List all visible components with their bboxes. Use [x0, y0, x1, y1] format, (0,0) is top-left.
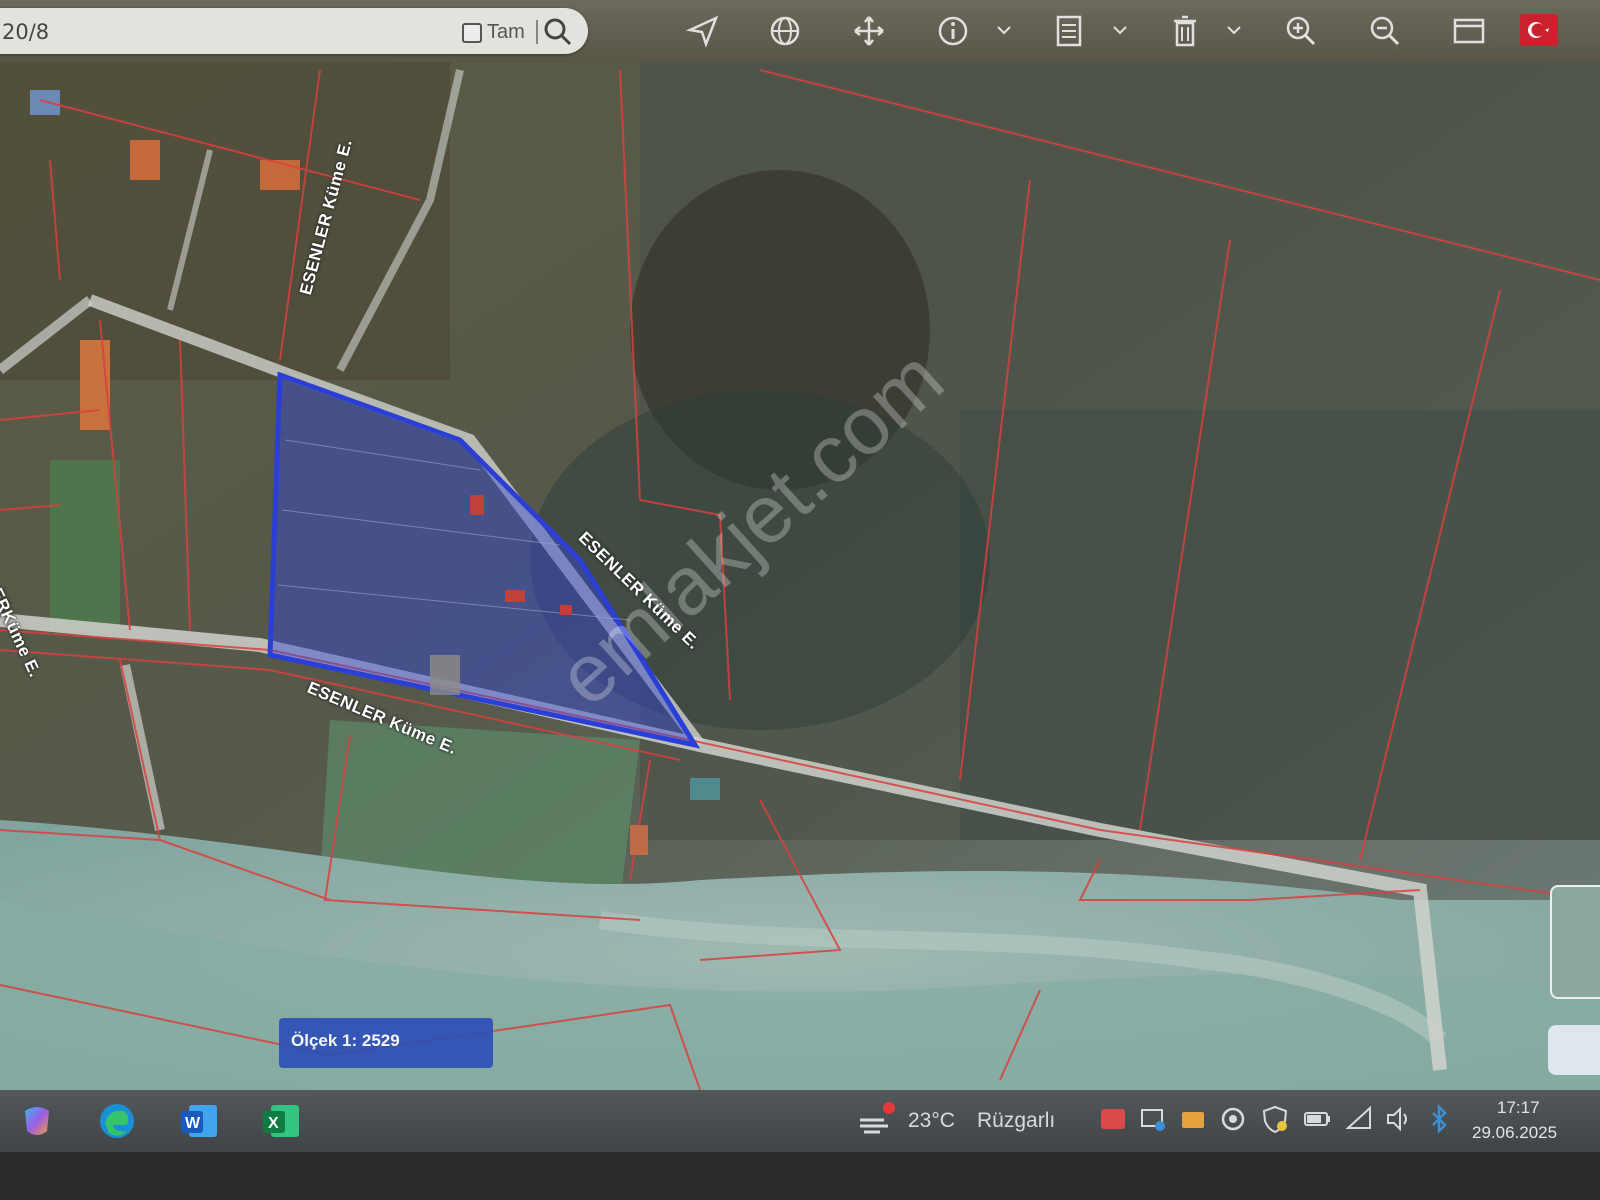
- flag-icon[interactable]: [1520, 14, 1558, 46]
- info-icon[interactable]: [932, 10, 974, 52]
- volume-icon[interactable]: [1384, 1104, 1414, 1134]
- divider: [536, 20, 538, 44]
- layers-list-icon[interactable]: [1048, 10, 1090, 52]
- clock-time[interactable]: 17:17: [1497, 1098, 1540, 1118]
- excel-icon[interactable]: X: [258, 1098, 304, 1144]
- battery-icon[interactable]: [1302, 1104, 1332, 1134]
- search-box[interactable]: 20/8 Tam: [0, 8, 588, 54]
- chevron-down-icon[interactable]: [1112, 22, 1128, 38]
- trash-icon[interactable]: [1164, 10, 1206, 52]
- basemap-switcher[interactable]: [1550, 885, 1600, 999]
- tam-label: Tam: [487, 21, 525, 43]
- clock-date[interactable]: 29.06.2025: [1472, 1123, 1557, 1143]
- tray-network-tool-icon[interactable]: [1138, 1104, 1168, 1134]
- navigate-icon[interactable]: [682, 10, 724, 52]
- pan-icon[interactable]: [848, 10, 890, 52]
- tam-checkbox[interactable]: [462, 23, 482, 43]
- scale-indicator: Ölçek 1: 2529: [279, 1018, 493, 1068]
- shield-icon[interactable]: [1260, 1104, 1290, 1134]
- edge-icon[interactable]: [94, 1098, 140, 1144]
- search-icon[interactable]: [542, 16, 574, 48]
- taskbar: W X 23°C Rüzgarlı 17:17 29.06.2025: [0, 1090, 1600, 1152]
- weather-icon[interactable]: [858, 1100, 898, 1138]
- scale-label: Ölçek 1: 2529: [291, 1031, 400, 1050]
- window-icon[interactable]: [1448, 10, 1490, 52]
- side-logo-icon[interactable]: [1548, 1025, 1600, 1075]
- map-toolbar: 20/8 Tam: [0, 0, 1600, 62]
- tray-app-red-icon[interactable]: [1098, 1104, 1128, 1134]
- svg-text:W: W: [185, 1115, 201, 1132]
- zoom-in-icon[interactable]: [1280, 10, 1322, 52]
- tray-record-icon[interactable]: [1218, 1104, 1248, 1134]
- chevron-down-icon[interactable]: [996, 22, 1012, 38]
- weather-desc[interactable]: Rüzgarlı: [977, 1109, 1055, 1133]
- globe-icon[interactable]: [764, 10, 806, 52]
- wifi-icon[interactable]: [1344, 1104, 1374, 1134]
- word-icon[interactable]: W: [176, 1098, 222, 1144]
- copilot-icon[interactable]: [14, 1098, 60, 1144]
- bluetooth-icon[interactable]: [1424, 1104, 1454, 1134]
- zoom-out-icon[interactable]: [1364, 10, 1406, 52]
- weather-temp[interactable]: 23°C: [908, 1109, 955, 1133]
- tray-folder-icon[interactable]: [1178, 1104, 1208, 1134]
- search-input[interactable]: 20/8: [2, 20, 49, 44]
- chevron-down-icon[interactable]: [1226, 22, 1242, 38]
- screen: ESENLER Küme E. ESENLER Küme E. ESENLER …: [0, 0, 1600, 1200]
- svg-text:X: X: [268, 1115, 279, 1132]
- monitor-bezel: [0, 1152, 1600, 1200]
